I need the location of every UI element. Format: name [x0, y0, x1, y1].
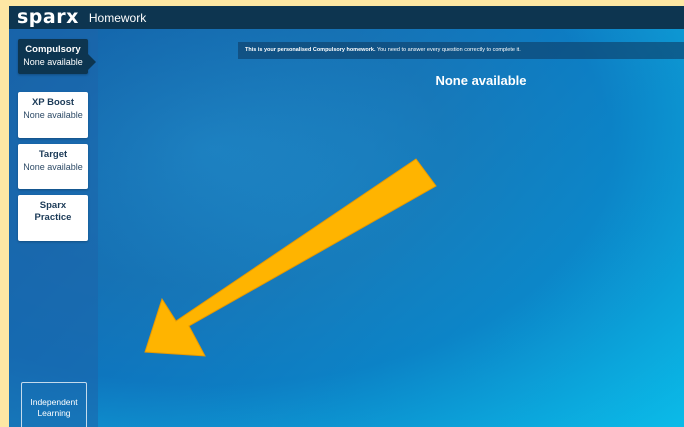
notice-text: You need to answer every question correc…	[375, 47, 521, 53]
tab-sparx-practice-title: Sparx	[39, 200, 67, 211]
tab-compulsory-status: None available	[23, 57, 83, 67]
tab-target[interactable]: Target None available	[18, 144, 88, 189]
homework-main-area: Compulsory None available XP Boost None …	[9, 29, 684, 427]
tab-sparx-practice-subtitle: Practice	[34, 212, 72, 223]
tab-target-status: None available	[23, 162, 83, 172]
page-title: Homework	[88, 10, 147, 25]
arrow-shape	[144, 158, 437, 357]
tab-xp-boost-title: XP Boost	[31, 97, 75, 108]
tab-sparx-practice[interactable]: Sparx Practice	[18, 195, 88, 241]
homework-sidebar: Compulsory None available XP Boost None …	[9, 29, 98, 427]
sparx-logo[interactable]: sparx	[17, 8, 79, 27]
independent-learning-line2: Learning	[37, 408, 71, 418]
tab-xp-boost-status: None available	[23, 110, 83, 120]
homework-notice-banner: This is your personalised Compulsory hom…	[238, 42, 684, 59]
independent-learning-button[interactable]: Independent Learning	[21, 382, 87, 427]
independent-learning-line1: Independent	[30, 397, 78, 407]
arrow-icon	[144, 158, 437, 357]
tab-compulsory[interactable]: Compulsory None available	[18, 39, 96, 74]
top-bar: sparx Homework	[9, 6, 684, 29]
tab-compulsory-title: Compulsory	[25, 44, 81, 55]
empty-state-heading: None available	[435, 73, 527, 88]
notice-bold-text: This is your personalised Compulsory hom…	[245, 47, 376, 53]
tab-xp-boost[interactable]: XP Boost None available	[18, 92, 88, 138]
tab-target-title: Target	[38, 149, 68, 160]
